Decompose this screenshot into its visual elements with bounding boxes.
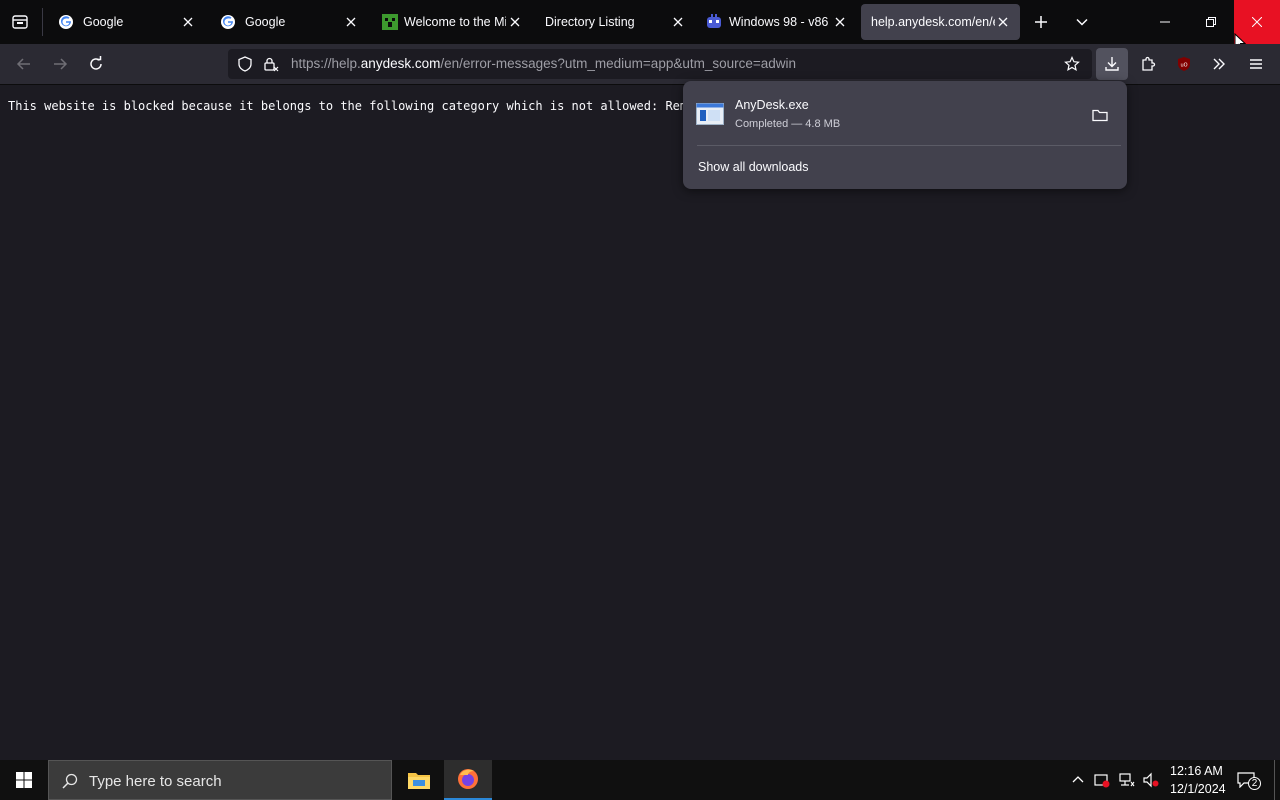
file-explorer-taskbar-button[interactable] bbox=[396, 760, 442, 800]
panel-divider bbox=[697, 145, 1121, 146]
ublock-origin-button[interactable]: uO bbox=[1172, 52, 1196, 76]
open-containing-folder-button[interactable] bbox=[1088, 105, 1112, 125]
puzzle-piece-icon bbox=[1142, 56, 1156, 71]
hamburger-menu-icon bbox=[1250, 59, 1262, 69]
notification-count-badge: 2 bbox=[1248, 777, 1261, 790]
tab-label: Google bbox=[83, 15, 124, 29]
tab-windows-98[interactable]: Windows 98 - v86 bbox=[694, 4, 856, 40]
tab-label: Directory Listing bbox=[545, 15, 635, 29]
plus-icon bbox=[1035, 16, 1047, 28]
url-text[interactable]: https://help.anydesk.com/en/error-messag… bbox=[291, 56, 796, 71]
ublock-shield-icon: uO bbox=[1178, 57, 1190, 71]
double-chevron-right-icon bbox=[1213, 58, 1225, 70]
close-tab-icon[interactable] bbox=[506, 13, 524, 31]
more-tools-button[interactable] bbox=[1207, 52, 1231, 76]
url-bar[interactable]: https://help.anydesk.com/en/error-messag… bbox=[228, 49, 1092, 79]
download-status: Completed — 4.8 MB bbox=[735, 118, 841, 130]
back-button[interactable] bbox=[12, 52, 36, 76]
reload-icon bbox=[90, 56, 102, 70]
tab-google-2[interactable]: Google bbox=[208, 4, 364, 40]
show-desktop-button[interactable] bbox=[1274, 760, 1280, 800]
tab-label: Windows 98 - v86 bbox=[729, 15, 829, 29]
v86-icon bbox=[706, 14, 722, 30]
file-explorer-icon bbox=[408, 773, 430, 789]
new-tab-button[interactable] bbox=[1029, 10, 1053, 34]
tab-label: Welcome to the Mi bbox=[404, 15, 506, 29]
minimize-icon bbox=[1160, 21, 1170, 23]
tab-label: Google bbox=[245, 15, 286, 29]
clock-time: 12:16 AM bbox=[1170, 764, 1223, 778]
restore-icon bbox=[1206, 17, 1216, 27]
tab-google-1[interactable]: Google bbox=[46, 4, 202, 40]
back-arrow-icon bbox=[16, 58, 30, 70]
tab-directory-listing[interactable]: Directory Listing bbox=[532, 4, 688, 40]
navigation-toolbar: https://help.anydesk.com/en/error-messag… bbox=[0, 44, 1280, 85]
tab-welcome[interactable]: Welcome to the Mi bbox=[370, 4, 526, 40]
close-tab-icon[interactable] bbox=[342, 13, 360, 31]
close-tab-icon[interactable] bbox=[831, 13, 849, 31]
close-tab-icon[interactable] bbox=[179, 13, 197, 31]
close-icon bbox=[1252, 17, 1262, 27]
network-icon bbox=[1119, 773, 1135, 787]
tracking-protection-shield-icon[interactable] bbox=[236, 55, 254, 73]
chevron-up-icon bbox=[1072, 776, 1084, 783]
extensions-button[interactable] bbox=[1136, 52, 1160, 76]
windows-logo-icon bbox=[16, 772, 32, 788]
volume-muted-icon bbox=[1143, 772, 1159, 788]
firefox-view-icon bbox=[12, 15, 28, 29]
security-tray-icon bbox=[1094, 774, 1110, 788]
clock-date: 12/1/2024 bbox=[1170, 782, 1226, 796]
restore-button[interactable] bbox=[1188, 0, 1234, 44]
tab-label: help.anydesk.com/en/e bbox=[871, 15, 995, 29]
show-hidden-icons-button[interactable] bbox=[1068, 770, 1088, 790]
security-tray-button[interactable] bbox=[1092, 770, 1112, 790]
blocked-message: This website is blocked because it belon… bbox=[8, 99, 688, 113]
google-icon bbox=[58, 14, 74, 30]
network-button[interactable] bbox=[1117, 770, 1137, 790]
close-tab-icon[interactable] bbox=[669, 13, 687, 31]
search-placeholder: Type here to search bbox=[89, 773, 222, 790]
tab-strip: Google Google Welcome to the Mi Director… bbox=[0, 0, 1280, 51]
action-center-button[interactable]: 2 bbox=[1232, 768, 1261, 792]
firefox-icon bbox=[458, 769, 478, 789]
tab-anydesk-help[interactable]: help.anydesk.com/en/e bbox=[861, 4, 1020, 40]
folder-icon bbox=[1092, 109, 1108, 122]
reload-button[interactable] bbox=[84, 52, 108, 76]
forward-arrow-icon bbox=[54, 58, 68, 70]
close-tab-icon[interactable] bbox=[994, 13, 1012, 31]
forward-button[interactable] bbox=[48, 52, 72, 76]
download-icon bbox=[1105, 57, 1119, 71]
windows-taskbar: Type here to search 12:16 AM 12/1/2024 2 bbox=[0, 760, 1280, 800]
show-all-downloads-button[interactable]: Show all downloads bbox=[698, 160, 809, 174]
minecraft-icon bbox=[382, 14, 398, 30]
firefox-view-button[interactable] bbox=[8, 10, 32, 34]
svg-text:uO: uO bbox=[1180, 63, 1187, 69]
app-menu-button[interactable] bbox=[1244, 52, 1268, 76]
taskbar-search-box[interactable]: Type here to search bbox=[48, 760, 392, 800]
exe-file-icon bbox=[696, 103, 724, 130]
search-icon bbox=[61, 772, 79, 790]
download-item[interactable]: AnyDesk.exe Completed — 4.8 MB bbox=[683, 81, 1127, 143]
google-icon bbox=[220, 14, 236, 30]
chevron-down-icon bbox=[1076, 18, 1088, 26]
site-security-lock-icon[interactable] bbox=[262, 55, 280, 73]
bookmark-star-icon[interactable] bbox=[1063, 55, 1081, 73]
list-all-tabs-button[interactable] bbox=[1070, 10, 1094, 34]
download-file-name: AnyDesk.exe bbox=[735, 98, 809, 112]
volume-button[interactable] bbox=[1141, 770, 1161, 790]
minimize-button[interactable] bbox=[1142, 0, 1188, 44]
start-button[interactable] bbox=[0, 760, 48, 800]
downloads-button[interactable] bbox=[1096, 48, 1128, 80]
firefox-taskbar-button[interactable] bbox=[444, 760, 492, 800]
downloads-panel: AnyDesk.exe Completed — 4.8 MB Show all … bbox=[683, 81, 1127, 189]
